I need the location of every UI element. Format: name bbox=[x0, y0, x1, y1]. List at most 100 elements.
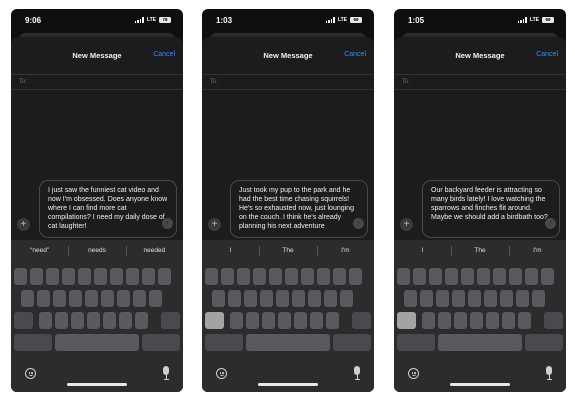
keyboard-key[interactable] bbox=[269, 268, 283, 285]
keyboard-key[interactable] bbox=[119, 312, 133, 329]
keyboard-key[interactable] bbox=[333, 268, 347, 285]
keyboard-key[interactable] bbox=[21, 290, 35, 307]
keyboard-key[interactable] bbox=[205, 268, 219, 285]
keyboard-key[interactable] bbox=[413, 268, 427, 285]
microphone-icon[interactable] bbox=[354, 366, 360, 380]
numbers-key[interactable] bbox=[14, 334, 52, 351]
keyboard-key[interactable] bbox=[110, 268, 124, 285]
keyboard-key[interactable] bbox=[221, 268, 235, 285]
keyboard-key[interactable] bbox=[445, 268, 459, 285]
prediction-2[interactable]: The bbox=[259, 240, 316, 262]
return-key[interactable] bbox=[333, 334, 371, 351]
keyboard-key[interactable] bbox=[301, 268, 315, 285]
keyboard-key[interactable] bbox=[420, 290, 434, 307]
keyboard-key[interactable] bbox=[278, 312, 292, 329]
keyboard-key[interactable] bbox=[340, 290, 354, 307]
keyboard-key[interactable] bbox=[436, 290, 450, 307]
plus-icon[interactable]: + bbox=[400, 218, 413, 231]
keyboard-key[interactable] bbox=[294, 312, 308, 329]
keyboard-key[interactable] bbox=[518, 312, 532, 329]
prediction-2[interactable]: needs bbox=[68, 240, 125, 262]
keyboard-key[interactable] bbox=[142, 268, 156, 285]
keyboard-key[interactable] bbox=[292, 290, 306, 307]
keyboard-key[interactable] bbox=[37, 290, 51, 307]
keyboard-key[interactable] bbox=[276, 290, 290, 307]
microphone-icon[interactable] bbox=[546, 366, 552, 380]
keyboard-key[interactable] bbox=[326, 312, 340, 329]
keyboard-key[interactable] bbox=[253, 268, 267, 285]
keyboard-key[interactable] bbox=[532, 290, 546, 307]
keyboard-key[interactable] bbox=[429, 268, 443, 285]
plus-icon[interactable]: + bbox=[17, 218, 30, 231]
keyboard-key[interactable] bbox=[126, 268, 140, 285]
plus-icon[interactable]: + bbox=[208, 218, 221, 231]
keyboard-key[interactable] bbox=[404, 290, 418, 307]
keyboard-key[interactable] bbox=[87, 312, 101, 329]
keyboard-key[interactable] bbox=[525, 268, 539, 285]
recipient-field[interactable]: To: bbox=[202, 74, 374, 90]
keyboard-key[interactable] bbox=[500, 290, 514, 307]
keyboard-key[interactable] bbox=[39, 312, 53, 329]
recipient-field[interactable]: To: bbox=[394, 74, 566, 90]
keyboard-key[interactable] bbox=[117, 290, 131, 307]
arrow-up-icon[interactable]: ↑ bbox=[545, 218, 556, 229]
keyboard-key[interactable] bbox=[69, 290, 83, 307]
keyboard-key[interactable] bbox=[310, 312, 324, 329]
shift-key[interactable] bbox=[397, 312, 416, 329]
keyboard-key[interactable] bbox=[85, 290, 99, 307]
message-input[interactable]: Our backyard feeder is attracting so man… bbox=[422, 180, 560, 238]
keyboard-key[interactable] bbox=[484, 290, 498, 307]
prediction-1[interactable]: I bbox=[394, 240, 451, 262]
prediction-3[interactable]: I'm bbox=[508, 240, 566, 262]
return-key[interactable] bbox=[142, 334, 180, 351]
keyboard-key[interactable] bbox=[477, 268, 491, 285]
keyboard-key[interactable] bbox=[397, 268, 411, 285]
cancel-button[interactable]: Cancel bbox=[153, 51, 175, 58]
keyboard-key[interactable] bbox=[228, 290, 242, 307]
keyboard-key[interactable] bbox=[246, 312, 260, 329]
keyboard-key[interactable] bbox=[103, 312, 117, 329]
keyboard-key[interactable] bbox=[55, 312, 69, 329]
emoji-icon[interactable] bbox=[25, 368, 36, 379]
message-input[interactable]: I just saw the funniest cat video and no… bbox=[39, 180, 177, 238]
delete-key[interactable] bbox=[352, 312, 371, 329]
shift-key[interactable] bbox=[14, 312, 33, 329]
keyboard-key[interactable] bbox=[14, 268, 28, 285]
keyboard-key[interactable] bbox=[285, 268, 299, 285]
keyboard-key[interactable] bbox=[541, 268, 555, 285]
keyboard-key[interactable] bbox=[454, 312, 468, 329]
keyboard-key[interactable] bbox=[493, 268, 507, 285]
arrow-up-icon[interactable]: ↑ bbox=[353, 218, 364, 229]
keyboard-key[interactable] bbox=[461, 268, 475, 285]
emoji-icon[interactable] bbox=[408, 368, 419, 379]
space-bar[interactable] bbox=[246, 334, 330, 351]
recipient-field[interactable]: To: bbox=[11, 74, 183, 90]
space-bar[interactable] bbox=[438, 334, 522, 351]
keyboard-key[interactable] bbox=[486, 312, 500, 329]
keyboard-key[interactable] bbox=[30, 268, 44, 285]
microphone-icon[interactable] bbox=[163, 366, 169, 380]
numbers-key[interactable] bbox=[205, 334, 243, 351]
keyboard-key[interactable] bbox=[133, 290, 147, 307]
delete-key[interactable] bbox=[544, 312, 563, 329]
keyboard-key[interactable] bbox=[502, 312, 516, 329]
keyboard-key[interactable] bbox=[101, 290, 115, 307]
keyboard-key[interactable] bbox=[308, 290, 322, 307]
keyboard-key[interactable] bbox=[422, 312, 436, 329]
prediction-1[interactable]: “need” bbox=[11, 240, 68, 262]
arrow-up-icon[interactable]: ↑ bbox=[162, 218, 173, 229]
keyboard-key[interactable] bbox=[149, 290, 163, 307]
keyboard-key[interactable] bbox=[470, 312, 484, 329]
keyboard-key[interactable] bbox=[349, 268, 363, 285]
numbers-key[interactable] bbox=[397, 334, 435, 351]
keyboard-key[interactable] bbox=[53, 290, 67, 307]
cancel-button[interactable]: Cancel bbox=[344, 51, 366, 58]
keyboard-key[interactable] bbox=[516, 290, 530, 307]
prediction-1[interactable]: I bbox=[202, 240, 259, 262]
keyboard-key[interactable] bbox=[46, 268, 60, 285]
space-bar[interactable] bbox=[55, 334, 139, 351]
prediction-3[interactable]: I'm bbox=[316, 240, 374, 262]
keyboard-key[interactable] bbox=[438, 312, 452, 329]
keyboard-key[interactable] bbox=[94, 268, 108, 285]
keyboard-key[interactable] bbox=[317, 268, 331, 285]
